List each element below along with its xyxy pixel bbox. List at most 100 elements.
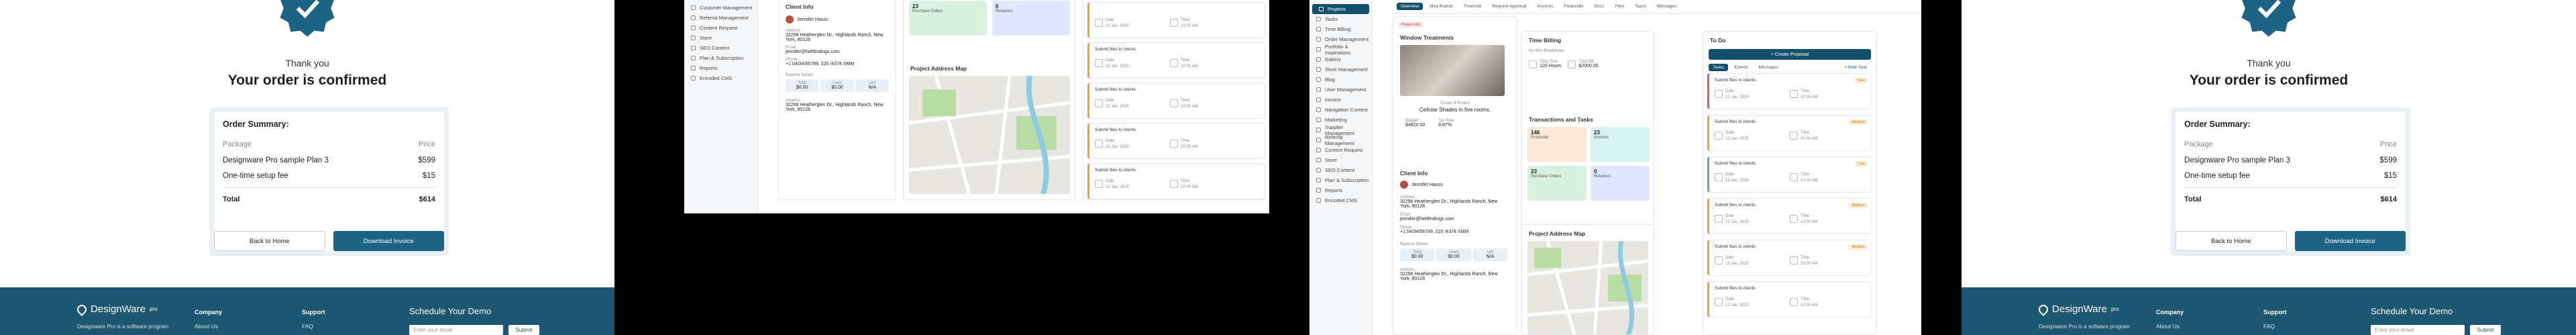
- task-item[interactable]: Submit files to clients Medium Date 12 Jan,…: [1707, 198, 1872, 234]
- sidebar-item[interactable]: Tasks: [1309, 14, 1372, 24]
- download-invoice-button[interactable]: Download Invoice: [2294, 231, 2406, 251]
- email-value: jennifer@heltfindings.com: [786, 50, 840, 54]
- tab-item[interactable]: Invoices: [1533, 3, 1557, 10]
- submit-button[interactable]: Submit: [2470, 325, 2501, 335]
- sidebar-item[interactable]: Customer Management: [684, 3, 757, 13]
- sidebar-item[interactable]: Encoded CMS: [1309, 195, 1372, 205]
- tab-item[interactable]: Files: [1611, 3, 1628, 10]
- sidebar-item[interactable]: Content Request: [684, 23, 757, 33]
- sidebar-item[interactable]: SEO Content: [1309, 165, 1372, 175]
- stat-retainers[interactable]: 0 Retainers: [992, 1, 1070, 36]
- download-invoice-button[interactable]: Download Invoice: [333, 231, 444, 251]
- back-to-home-button[interactable]: Back to Home: [2176, 231, 2287, 251]
- task-time: Time 10:00 AM: [1801, 213, 1817, 226]
- nav-icon: [1316, 87, 1321, 92]
- sidebar-item[interactable]: Encoded CMS: [684, 73, 757, 83]
- faq-link[interactable]: FAQ: [302, 323, 325, 330]
- task-time-label: Time: [1801, 131, 1810, 135]
- address-value: 32298 Heatherglen Dr., Highlands Ranch, …: [786, 33, 883, 42]
- tab-item[interactable]: Financials: [1560, 3, 1587, 10]
- task-time: Time 10:00 AM: [1801, 89, 1817, 101]
- company-heading: Company: [2156, 309, 2184, 316]
- tab-item[interactable]: Tasks: [1631, 3, 1650, 10]
- task-date-label: Date: [1106, 179, 1114, 183]
- sidebar-item[interactable]: Store Management: [1309, 64, 1372, 75]
- tab-item[interactable]: Messages: [1653, 3, 1681, 10]
- sidebar-item[interactable]: Invoice: [1309, 95, 1372, 105]
- sidebar-item[interactable]: Reports: [684, 63, 757, 73]
- back-to-home-button[interactable]: Back to Home: [214, 231, 325, 251]
- client-details: Address 32298 Heatherglen Dr., Highlands…: [779, 23, 896, 117]
- sidebar-item[interactable]: Time Billing: [1309, 24, 1372, 34]
- nav-icon: [1316, 188, 1321, 193]
- about-us-link[interactable]: About Us: [195, 323, 222, 330]
- tab-item[interactable]: Overview: [1397, 3, 1424, 10]
- stat-purchase-orders[interactable]: 23 Purchase Orders: [1527, 166, 1587, 201]
- sidebar-item[interactable]: Plan & Subscription: [1309, 175, 1372, 185]
- sidebar-item[interactable]: Navigation Content: [1309, 105, 1372, 115]
- client-info-title: Client Info: [786, 3, 814, 10]
- faq-link[interactable]: FAQ: [2263, 323, 2287, 330]
- tab-events[interactable]: Events: [1731, 64, 1752, 71]
- task-item[interactable]: Submit files to clients New Date 12 Jan, 20…: [1707, 73, 1872, 109]
- new-task-button[interactable]: + New Task: [1840, 64, 1871, 71]
- project-address-map[interactable]: [1527, 241, 1648, 334]
- tab-item[interactable]: Financial: [1460, 3, 1485, 10]
- stat-retainers[interactable]: 0 Retainers: [1591, 166, 1650, 201]
- total-bill: Total Bill $2000.00: [1568, 60, 1599, 68]
- balance-used: Used $0.00: [1436, 248, 1471, 261]
- sidebar-item[interactable]: Store: [1309, 155, 1372, 165]
- submit-button[interactable]: Submit: [508, 325, 539, 335]
- tab-messages[interactable]: Messages: [1755, 64, 1783, 71]
- task-item[interactable]: Submit files to clients Medium Date 12 Jan,…: [1707, 240, 1872, 276]
- task-item[interactable]: Submit files to clients Medium Date 12 Jan,…: [1707, 115, 1872, 151]
- task-item[interactable]: Submit files to clients Date 12 Jan, 2025 T…: [1087, 83, 1265, 119]
- sidebar-item[interactable]: SEO Content: [684, 43, 757, 53]
- task-item[interactable]: Date 12 Jan, 2025 Time 10:00 AM: [1087, 2, 1265, 38]
- nav-icon: [1316, 178, 1321, 183]
- sidebar-item[interactable]: Plan & Subscription: [684, 53, 757, 63]
- sidebar-item-label: Plan & Subscription: [700, 55, 744, 61]
- sidebar-item-label: Customer Management: [700, 5, 753, 11]
- email-input[interactable]: Enter your email: [2371, 325, 2465, 335]
- sidebar-item[interactable]: Portfolio & Inspirations: [1309, 44, 1372, 56]
- footer-company-col: Company About Us: [195, 309, 222, 330]
- stat-number: 23: [1594, 130, 1600, 136]
- sidebar-item[interactable]: Gallery: [1309, 54, 1372, 64]
- tab-item[interactable]: Idea Boards: [1426, 3, 1457, 10]
- footer-logo[interactable]: DesignWare pro: [2037, 302, 2119, 316]
- task-item[interactable]: Submit files to clients Low Date 12 Jan, 20…: [1707, 156, 1872, 193]
- confirmation-panel-left: Thank you Your order is confirmed Order …: [0, 0, 614, 335]
- confirmation-actions: Back to Home Download Invoice: [209, 231, 449, 251]
- about-us-link[interactable]: About Us: [2156, 323, 2184, 330]
- task-item[interactable]: Submit files to clients Date 12 Jan, 2025 T…: [1707, 281, 1872, 318]
- task-time-value: 10:00 AM: [1181, 24, 1198, 28]
- sidebar-item[interactable]: User Management: [1309, 85, 1372, 95]
- sidebar-item[interactable]: Projects: [1312, 4, 1369, 14]
- create-proposal-button[interactable]: + Create Proposal: [1709, 49, 1871, 60]
- task-item[interactable]: Submit files to clients Date 12 Jan, 2025 T…: [1087, 163, 1265, 199]
- sidebar-item[interactable]: Store: [684, 33, 757, 43]
- sidebar-item-label: SEO Content: [700, 45, 730, 51]
- sidebar-item[interactable]: Blog: [1309, 75, 1372, 85]
- package-header: Package: [2184, 140, 2213, 148]
- tab-item[interactable]: Request Approval: [1488, 3, 1530, 10]
- sidebar-item[interactable]: Content Request: [1309, 145, 1372, 155]
- email-input[interactable]: Enter your email: [409, 325, 503, 335]
- stat-proposals[interactable]: 146 Proposals: [1527, 127, 1587, 162]
- sidebar-item[interactable]: Referral Management: [1309, 134, 1372, 146]
- summary-total-row: Total $614: [223, 195, 435, 203]
- summary-item-row: One-time setup fee $15: [2184, 172, 2397, 180]
- project-address-map[interactable]: [909, 76, 1070, 194]
- footer-logo[interactable]: DesignWare pro: [75, 302, 158, 316]
- tab-item[interactable]: Docs: [1591, 3, 1609, 10]
- stat-purchase-orders[interactable]: 23 Purchase Orders: [909, 1, 987, 36]
- tab-tasks[interactable]: Tasks: [1709, 64, 1728, 71]
- sidebar-item[interactable]: Reports: [1309, 185, 1372, 195]
- sidebar-item[interactable]: Referral Management: [684, 13, 757, 23]
- task-date-value: 12 Jan, 2025: [1725, 137, 1749, 141]
- stat-invoices[interactable]: 23 Invoices: [1591, 127, 1650, 162]
- task-time-label: Time: [1181, 139, 1190, 143]
- task-item[interactable]: Submit files to clients Date 12 Jan, 2025 T…: [1087, 42, 1265, 79]
- task-item[interactable]: Submit files to clients Date 12 Jan, 2025 T…: [1087, 123, 1265, 159]
